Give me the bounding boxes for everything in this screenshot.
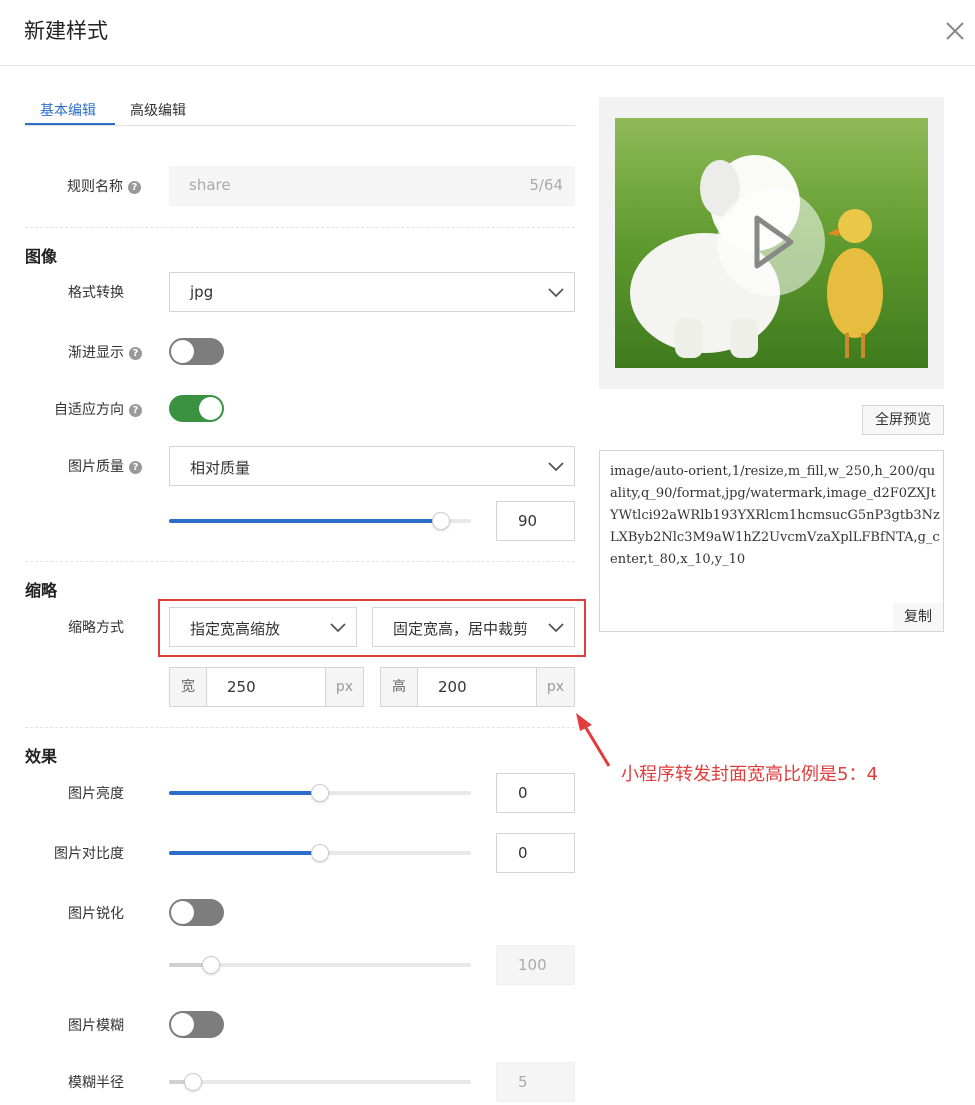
char-counter: 5/64 (529, 176, 563, 194)
auto-orient-toggle[interactable] (169, 395, 224, 422)
tab-basic-edit[interactable]: 基本编辑 (40, 100, 96, 120)
chevron-down-icon (548, 623, 564, 633)
divider (25, 227, 575, 228)
contrast-label: 图片对比度 (54, 846, 124, 862)
width-unit: px (325, 668, 363, 706)
height-prefix: 高 (381, 668, 418, 706)
rule-name-input: share 5/64 (169, 166, 575, 206)
slider-fill (169, 791, 320, 795)
blur-toggle[interactable] (169, 1011, 224, 1038)
height-unit: px (536, 668, 574, 706)
annotation-arrow-icon (576, 713, 611, 767)
toggle-knob (199, 397, 222, 420)
help-icon[interactable]: ? (129, 461, 142, 474)
help-icon[interactable]: ? (128, 181, 141, 194)
quality-mode-value: 相对质量 (190, 459, 251, 477)
tab-advanced-edit[interactable]: 高级编辑 (130, 100, 186, 120)
blur-label: 图片模糊 (68, 1018, 124, 1034)
divider (25, 561, 575, 562)
toggle-knob (171, 901, 194, 924)
section-title-image: 图像 (25, 247, 58, 266)
slider-handle[interactable] (431, 512, 450, 530)
height-input-group[interactable]: 高 200 px (380, 667, 575, 707)
slider-rail (169, 1080, 471, 1084)
help-icon[interactable]: ? (129, 404, 142, 417)
thumbnail-mode-select[interactable]: 指定宽高缩放 (169, 607, 357, 647)
quality-mode-select[interactable]: 相对质量 (169, 446, 575, 486)
dialog-header: 新建样式 (0, 0, 975, 66)
blur-radius-slider (169, 1072, 471, 1092)
dialog-title: 新建样式 (24, 19, 108, 43)
width-input-group[interactable]: 宽 250 px (169, 667, 364, 707)
annotation-text: 小程序转发封面宽高比例是5：4 (621, 764, 878, 785)
help-icon[interactable]: ? (129, 347, 142, 360)
height-value[interactable]: 200 (438, 678, 467, 696)
crop-mode-value: 固定宽高，居中裁剪 (393, 620, 529, 638)
rule-name-value: share (189, 176, 231, 194)
width-value[interactable]: 250 (227, 678, 256, 696)
slider-fill (169, 519, 441, 523)
chevron-down-icon (548, 288, 564, 298)
contrast-slider[interactable] (169, 843, 471, 863)
brightness-slider[interactable] (169, 783, 471, 803)
thumbnail-mode-label: 缩略方式 (68, 620, 124, 636)
section-title-thumbnail: 缩略 (25, 581, 58, 600)
slider-handle[interactable] (311, 844, 329, 862)
active-tab-indicator (25, 123, 115, 125)
chevron-down-icon (330, 623, 346, 633)
slider-fill (169, 851, 320, 855)
progressive-toggle[interactable] (169, 338, 224, 365)
quality-slider[interactable] (169, 511, 471, 531)
style-code-box[interactable]: image/auto-orient,1/resize,m_fill,w_250,… (599, 450, 944, 632)
sharpen-value-input: 100 (496, 945, 575, 985)
slider-handle (184, 1073, 203, 1091)
tab-bar: 基本编辑 高级编辑 (25, 96, 575, 126)
brightness-value-input[interactable]: 0 (496, 773, 575, 813)
crop-mode-select[interactable]: 固定宽高，居中裁剪 (372, 607, 575, 647)
sharpen-label: 图片锐化 (68, 906, 124, 922)
format-select[interactable]: jpg (169, 272, 575, 312)
preview-image[interactable] (615, 118, 928, 368)
fullscreen-preview-button[interactable]: 全屏预览 (862, 405, 944, 435)
rule-name-label: 规则名称? (67, 176, 141, 196)
blur-radius-value-input: 5 (496, 1062, 575, 1102)
sharpen-toggle[interactable] (169, 899, 224, 926)
blur-radius-label: 模糊半径 (68, 1075, 124, 1091)
slider-handle[interactable] (311, 784, 329, 802)
quality-value-input[interactable]: 90 (496, 501, 575, 541)
progressive-label: 渐进显示? (68, 342, 142, 362)
close-icon[interactable] (940, 16, 970, 46)
width-prefix: 宽 (170, 668, 207, 706)
quality-label: 图片质量? (68, 456, 142, 476)
auto-orient-label: 自适应方向? (54, 399, 142, 419)
sharpen-slider (169, 955, 471, 975)
toggle-knob (171, 340, 194, 363)
brightness-label: 图片亮度 (68, 786, 124, 802)
chevron-down-icon (548, 462, 564, 472)
contrast-value-input[interactable]: 0 (496, 833, 575, 873)
format-label: 格式转换 (68, 285, 124, 301)
slider-handle (202, 956, 221, 974)
copy-button[interactable]: 复制 (893, 603, 943, 631)
thumbnail-mode-value: 指定宽高缩放 (190, 620, 281, 638)
section-title-effects: 效果 (25, 747, 58, 766)
style-code-text[interactable]: image/auto-orient,1/resize,m_fill,w_250,… (610, 461, 940, 571)
divider (25, 727, 575, 728)
format-select-value: jpg (190, 283, 214, 301)
toggle-knob (171, 1013, 194, 1036)
